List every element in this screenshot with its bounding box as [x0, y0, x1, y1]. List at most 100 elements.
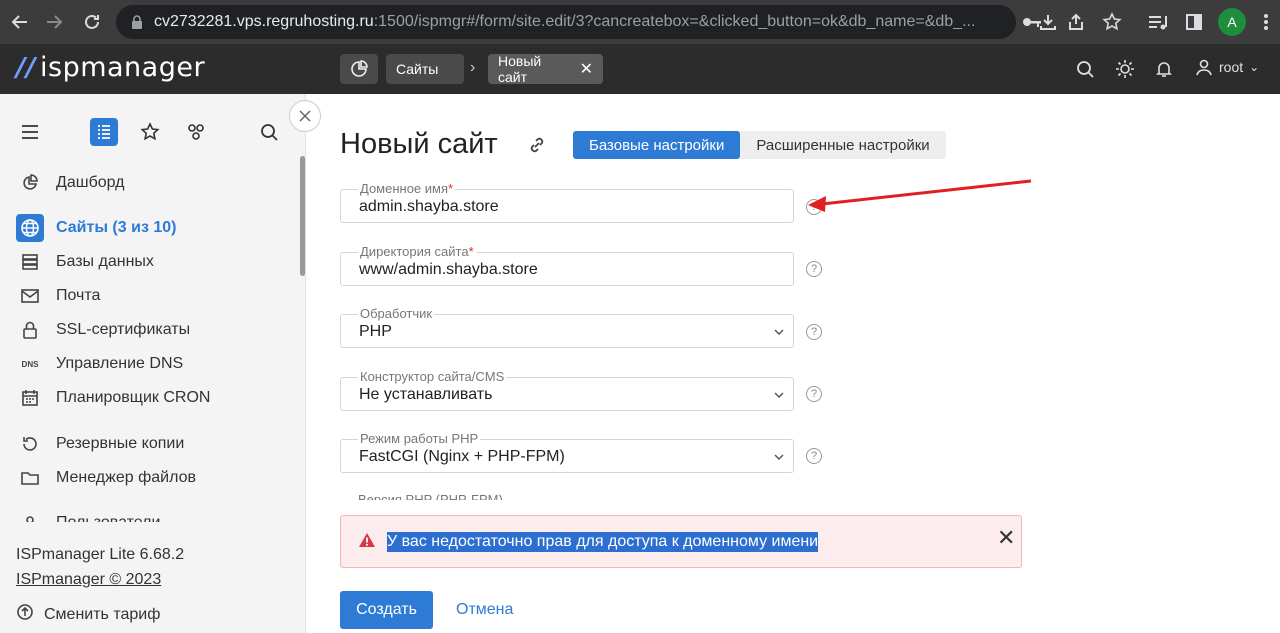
sidebar-item-label: Сайты (3 из 10)	[56, 219, 177, 236]
sidebar-item-ssl[interactable]: SSL-сертификаты	[16, 315, 286, 345]
help-icon[interactable]: ?	[806, 261, 822, 277]
dashboard-icon	[16, 169, 44, 197]
chevron-down-icon: ⌄	[1249, 60, 1260, 74]
user-name: root	[1219, 59, 1244, 75]
dns-icon: DNS	[21, 359, 39, 369]
error-alert: У вас недостаточно прав для доступа к до…	[340, 515, 1022, 568]
domain-name-value: admin.shayba.store	[359, 198, 499, 215]
php-version-label: Версия PHP (PHP-FPM)	[358, 492, 503, 500]
sidebar-item-cron[interactable]: Планировщик CRON	[16, 383, 286, 413]
close-tab-icon[interactable]: ✕	[580, 59, 593, 79]
tab-advanced-settings[interactable]: Расширенные настройки	[740, 131, 945, 159]
calendar-icon	[16, 384, 44, 412]
chevron-down-icon	[773, 388, 785, 406]
database-icon	[16, 248, 44, 276]
dashboard-crumb-icon[interactable]	[340, 54, 378, 84]
php-mode-value: FastCGI (Nginx + PHP-FPM)	[359, 448, 565, 465]
folder-icon	[16, 464, 44, 492]
help-icon[interactable]: ?	[806, 324, 822, 340]
help-icon[interactable]: ?	[806, 448, 822, 464]
chevron-down-icon	[773, 325, 785, 343]
sidebar-item-label: Управление DNS	[56, 355, 184, 372]
favorites-star-icon[interactable]	[136, 118, 164, 146]
modules-icon[interactable]	[182, 118, 210, 146]
sidebar-item-label: Планировщик CRON	[56, 389, 211, 406]
share-icon[interactable]	[1064, 10, 1088, 34]
sidebar-item-label: Пользователи	[56, 514, 160, 522]
user-menu[interactable]: root ⌄	[1195, 58, 1259, 76]
download-icon[interactable]	[1036, 10, 1060, 34]
version-text: ISPmanager Lite 6.68.2	[16, 546, 185, 563]
app-header: // ispmanager Сайты › Новый сайт ✕ root …	[0, 44, 1280, 94]
profile-avatar[interactable]: A	[1218, 8, 1246, 36]
sidebar-item-label: Базы данных	[56, 253, 154, 270]
chevron-down-icon	[773, 450, 785, 468]
help-icon[interactable]: ?	[806, 386, 822, 402]
change-plan-link[interactable]: Сменить тариф	[16, 603, 160, 626]
change-plan-label: Сменить тариф	[44, 605, 161, 623]
sidebar-item-databases[interactable]: Базы данных	[16, 247, 286, 277]
sidebar-item-sites[interactable]: Сайты (3 из 10)	[16, 213, 286, 243]
sidebar-item-files[interactable]: Менеджер файлов	[16, 463, 286, 493]
sidepanel-icon[interactable]	[1182, 10, 1206, 34]
bell-icon[interactable]	[1153, 58, 1175, 80]
user-icon	[16, 509, 44, 522]
sidebar-item-backup[interactable]: Резервные копии	[16, 429, 286, 459]
address-bar[interactable]: cv2732281.vps.regruhosting.ru:1500/ispmg…	[116, 5, 1016, 39]
sidebar-item-label: Менеджер файлов	[56, 469, 196, 486]
forward-icon[interactable]	[40, 8, 68, 36]
form-tabs: Базовые настройки Расширенные настройки	[573, 131, 946, 159]
logo[interactable]: // ispmanager	[16, 52, 205, 83]
logo-text: ispmanager	[40, 52, 206, 83]
tab-basic-settings[interactable]: Базовые настройки	[573, 131, 741, 159]
sidebar-item-users[interactable]: Пользователи	[16, 508, 286, 522]
site-info-icon[interactable]	[130, 14, 144, 30]
mail-icon	[16, 282, 44, 310]
lock-icon	[16, 316, 44, 344]
breadcrumb-sites[interactable]: Сайты	[386, 54, 464, 84]
sidebar-item-label: Дашборд	[56, 174, 125, 191]
sidebar-item-dns[interactable]: DNS Управление DNS	[16, 349, 286, 379]
close-panel-icon[interactable]	[289, 100, 321, 132]
warning-icon	[358, 532, 376, 553]
sidebar-item-label: SSL-сертификаты	[56, 321, 191, 338]
search-icon[interactable]	[1074, 58, 1096, 80]
sidebar-clip: Пользователи	[0, 508, 300, 522]
breadcrumb-new-site[interactable]: Новый сайт ✕	[488, 53, 603, 85]
back-icon[interactable]	[6, 8, 34, 36]
url-text: cv2732281.vps.regruhosting.ru:1500/ispmg…	[154, 13, 974, 30]
sidebar-scrollbar[interactable]	[300, 156, 305, 276]
domain-name-label: Доменное имя*	[358, 181, 456, 196]
handler-value: PHP	[359, 323, 392, 340]
site-directory-value: www/admin.shayba.store	[359, 261, 538, 278]
sidebar-item-label: Резервные копии	[56, 435, 185, 452]
browser-toolbar: cv2732281.vps.regruhosting.ru:1500/ispmg…	[0, 0, 1280, 44]
sidebar-item-dashboard[interactable]: Дашборд	[16, 168, 286, 198]
link-icon[interactable]	[526, 134, 548, 161]
cancel-button[interactable]: Отмена	[456, 601, 513, 619]
reload-icon[interactable]	[78, 8, 106, 36]
media-icon[interactable]	[1146, 10, 1170, 34]
sidebar: Дашборд Сайты (3 из 10) Базы данных Почт…	[0, 94, 306, 633]
php-mode-label: Режим работы PHP	[358, 431, 481, 446]
star-icon[interactable]	[1100, 10, 1124, 34]
backup-icon	[16, 430, 44, 458]
sidebar-item-label: Почта	[56, 287, 101, 304]
list-view-icon[interactable]	[90, 118, 118, 146]
cms-label: Конструктор сайта/CMS	[358, 369, 507, 384]
alert-message: У вас недостаточно прав для доступа к до…	[387, 532, 819, 552]
sidebar-search-icon[interactable]	[255, 118, 283, 146]
breadcrumb-separator-icon: ›	[470, 59, 476, 76]
copyright-link[interactable]: ISPmanager © 2023	[16, 571, 161, 589]
handler-label: Обработчик	[358, 306, 435, 321]
user-icon	[1195, 58, 1213, 76]
help-icon[interactable]: ?	[806, 199, 822, 215]
cms-value: Не устанавливать	[359, 386, 493, 403]
sidebar-item-mail[interactable]: Почта	[16, 281, 286, 311]
menu-icon[interactable]	[1254, 10, 1278, 34]
logo-mark-icon: //	[16, 52, 36, 83]
hamburger-icon[interactable]	[16, 118, 44, 146]
theme-icon[interactable]	[1114, 58, 1136, 80]
create-button[interactable]: Создать	[340, 591, 433, 629]
alert-close-icon[interactable]: ✕	[997, 525, 1015, 551]
